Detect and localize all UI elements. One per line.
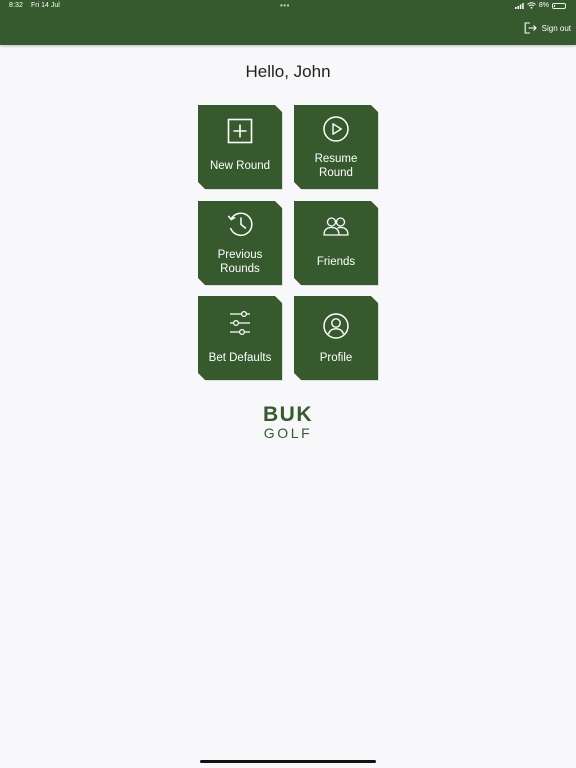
battery-icon [552, 2, 566, 9]
resume-round-button[interactable]: Resume Round [294, 105, 378, 189]
signal-icon [514, 2, 524, 9]
user-circle-icon [323, 313, 349, 339]
previous-rounds-label: Previous Rounds [217, 249, 263, 275]
sign-out-button[interactable]: Sign out [524, 22, 571, 34]
previous-rounds-button[interactable]: Previous Rounds [198, 201, 282, 285]
new-round-label: New Round [209, 160, 271, 172]
battery-percent: 8% [538, 2, 549, 9]
friends-icon [323, 217, 349, 236]
sign-out-label: Sign out [541, 23, 571, 33]
friends-label: Friends [316, 256, 356, 268]
wifi-icon [527, 2, 536, 9]
buk-golf-logo: BUK GOLF [0, 403, 576, 441]
friends-button[interactable]: Friends [294, 201, 378, 285]
new-round-button[interactable]: New Round [198, 105, 282, 189]
bet-defaults-label: Bet Defaults [208, 352, 272, 364]
plus-square-icon [227, 118, 253, 144]
profile-label: Profile [319, 352, 353, 364]
logo-secondary-text: GOLF [263, 425, 313, 441]
top-app-bar: 8:32 Fri 14 Jul ••• 8% Sign out [0, 0, 576, 45]
sliders-icon [230, 310, 250, 336]
status-indicators: 8% [514, 2, 566, 9]
greeting-text: Hello, John [245, 62, 331, 81]
profile-button[interactable]: Profile [294, 296, 378, 380]
logo-primary-text: BUK [263, 403, 313, 426]
play-circle-icon [323, 116, 349, 142]
status-time: 8:32 [9, 2, 24, 9]
bet-defaults-button[interactable]: Bet Defaults [198, 296, 282, 380]
resume-round-label: Resume Round [314, 153, 358, 179]
status-date: Fri 14 Jul [31, 2, 60, 9]
logout-icon [524, 22, 537, 34]
multitasking-dots-icon[interactable]: ••• [280, 1, 290, 10]
home-indicator[interactable] [200, 760, 376, 763]
history-clock-icon [227, 212, 253, 237]
